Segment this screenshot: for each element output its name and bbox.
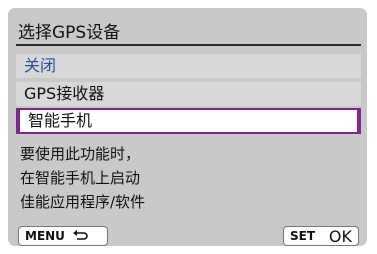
set-ok-button[interactable]: SET OK <box>283 226 359 246</box>
description-text: 要使用此功能时， 在智能手机上启动 佳能应用程序/软件 <box>20 142 145 214</box>
option-off[interactable]: 关闭 <box>16 54 361 78</box>
set-button-label: SET <box>290 229 316 243</box>
return-icon <box>72 230 88 240</box>
description-line-3: 佳能应用程序/软件 <box>20 193 146 211</box>
ok-label: OK <box>328 226 352 246</box>
menu-back-button[interactable]: MENU <box>18 226 108 246</box>
option-gps-receiver[interactable]: GPS接收器 <box>16 82 361 106</box>
description-line-2: 在智能手机上启动 <box>20 169 141 187</box>
title-divider <box>16 44 361 46</box>
camera-menu-screen: 选择GPS设备 关闭 GPS接收器 智能手机 要使用此功能时， 在智能手机上启动… <box>0 0 377 254</box>
menu-button-label: MENU <box>25 229 65 243</box>
option-smartphone[interactable]: 智能手机 <box>16 108 361 134</box>
description-line-1: 要使用此功能时， <box>20 145 141 163</box>
menu-title: 选择GPS设备 <box>18 23 121 43</box>
